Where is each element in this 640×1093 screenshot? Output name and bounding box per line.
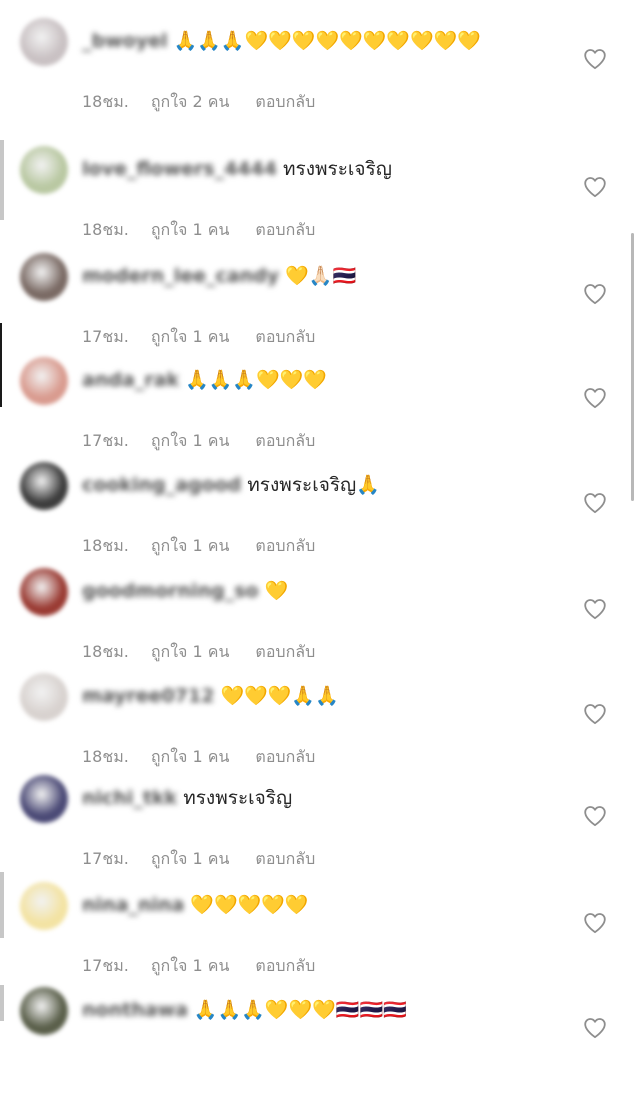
comment-meta: 18ชม. ถูกใจ 1 คน ตอบกลับ bbox=[82, 640, 315, 665]
comment-username[interactable]: nina_nina bbox=[82, 890, 184, 920]
comment-row: mayree0712 💛💛💛🙏🙏 18ชม. ถูกใจ 1 คน ตอบกลับ bbox=[0, 673, 640, 779]
comment-row: nonthawa 🙏🙏🙏💛💛💛🇹🇭🇹🇭🇹🇭 bbox=[0, 987, 640, 1093]
comment-meta: 18ชม. ถูกใจ 1 คน ตอบกลับ bbox=[82, 218, 315, 243]
comment-meta bbox=[82, 1059, 130, 1078]
comment-time: 18ชม. bbox=[82, 220, 129, 239]
avatar[interactable] bbox=[20, 253, 68, 301]
comment-row: love_flowers_4444 ทรงพระเจริญ 18ชม. ถูกใจ 1… bbox=[0, 146, 640, 252]
reply-button[interactable]: ตอบกลับ bbox=[255, 534, 315, 559]
heart-outline-icon[interactable] bbox=[583, 912, 607, 934]
heart-outline-icon[interactable] bbox=[583, 48, 607, 70]
comment-text: ทรงพระเจริญ bbox=[183, 787, 293, 809]
comment-meta: 18ชม. ถูกใจ 1 คน ตอบกลับ bbox=[82, 745, 315, 770]
comment-time: 17ชม. bbox=[82, 956, 129, 975]
comment-text: 🙏🙏🙏💛💛💛 bbox=[185, 369, 328, 391]
reply-button[interactable]: ตอบกลับ bbox=[255, 954, 315, 979]
comment-body: cooking_agood ทรงพระเจริญ🙏 bbox=[82, 470, 554, 500]
avatar[interactable] bbox=[20, 987, 68, 1035]
comment-row: goodmorning_so 💛 18ชม. ถูกใจ 1 คน ตอบกลับ bbox=[0, 568, 640, 674]
comment-text: 🙏🙏🙏💛💛💛🇹🇭🇹🇭🇹🇭 bbox=[193, 999, 407, 1021]
comment-body: mayree0712 💛💛💛🙏🙏 bbox=[82, 681, 554, 711]
comment-meta: 17ชม. ถูกใจ 1 คน ตอบกลับ bbox=[82, 847, 315, 872]
comment-row: nichi_tkk ทรงพระเจริญ 17ชม. ถูกใจ 1 คน ตอบกล… bbox=[0, 775, 640, 881]
scrollbar[interactable] bbox=[631, 233, 634, 501]
heart-outline-icon[interactable] bbox=[583, 805, 607, 827]
comment-text: ทรงพระเจริญ🙏 bbox=[247, 474, 380, 496]
comment-body: _bwoyel 🙏🙏🙏💛💛💛💛💛💛💛💛💛💛 bbox=[82, 26, 554, 56]
comment-username[interactable]: _bwoyel bbox=[82, 26, 168, 56]
comment-text: 💛💛💛💛💛 bbox=[190, 894, 309, 916]
comment-like-count[interactable]: ถูกใจ 1 คน bbox=[151, 847, 230, 872]
comment-text: 💛🙏🏻🇹🇭 bbox=[285, 265, 357, 287]
heart-outline-icon[interactable] bbox=[583, 598, 607, 620]
avatar[interactable] bbox=[20, 568, 68, 616]
comment-text: 🙏🙏🙏💛💛💛💛💛💛💛💛💛💛 bbox=[173, 30, 482, 52]
comment-time: 17ชม. bbox=[82, 431, 129, 450]
reply-button[interactable]: ตอบกลับ bbox=[255, 429, 315, 454]
avatar[interactable] bbox=[20, 18, 68, 66]
comment-like-count[interactable]: ถูกใจ 1 คน bbox=[151, 429, 230, 454]
comment-body: modern_lee_candy 💛🙏🏻🇹🇭 bbox=[82, 261, 554, 291]
comment-like-count[interactable]: ถูกใจ 1 คน bbox=[151, 954, 230, 979]
comment-time: 18ชม. bbox=[82, 92, 129, 111]
comment-like-count[interactable]: ถูกใจ 1 คน bbox=[151, 218, 230, 243]
comment-row: modern_lee_candy 💛🙏🏻🇹🇭 17ชม. ถูกใจ 1 คน ตอบก… bbox=[0, 253, 640, 359]
reply-button[interactable]: ตอบกลับ bbox=[255, 325, 315, 350]
comment-text: 💛💛💛🙏🙏 bbox=[220, 685, 339, 707]
comment-row: cooking_agood ทรงพระเจริญ🙏 18ชม. ถูกใจ 1 คน… bbox=[0, 462, 640, 568]
comment-like-count[interactable]: ถูกใจ 1 คน bbox=[151, 325, 230, 350]
heart-outline-icon[interactable] bbox=[583, 283, 607, 305]
reply-button[interactable]: ตอบกลับ bbox=[255, 847, 315, 872]
comment-like-count[interactable]: ถูกใจ 1 คน bbox=[151, 745, 230, 770]
avatar[interactable] bbox=[20, 146, 68, 194]
comment-body: love_flowers_4444 ทรงพระเจริญ bbox=[82, 154, 554, 184]
comment-username[interactable]: nichi_tkk bbox=[82, 783, 177, 813]
comment-username[interactable]: mayree0712 bbox=[82, 681, 214, 711]
comment-username[interactable]: love_flowers_4444 bbox=[82, 154, 277, 184]
comment-row: _bwoyel 🙏🙏🙏💛💛💛💛💛💛💛💛💛💛 18ชม. ถูกใจ 2 คน ตอบกล… bbox=[0, 18, 640, 124]
heart-outline-icon[interactable] bbox=[583, 387, 607, 409]
heart-outline-icon[interactable] bbox=[583, 176, 607, 198]
reply-button[interactable]: ตอบกลับ bbox=[255, 218, 315, 243]
comment-row: anda_rak 🙏🙏🙏💛💛💛 17ชม. ถูกใจ 1 คน ตอบกลับ bbox=[0, 357, 640, 463]
comment-row: nina_nina 💛💛💛💛💛 17ชม. ถูกใจ 1 คน ตอบกลับ bbox=[0, 882, 640, 988]
comment-meta: 17ชม. ถูกใจ 1 คน ตอบกลับ bbox=[82, 429, 315, 454]
avatar[interactable] bbox=[20, 462, 68, 510]
comment-like-count[interactable]: ถูกใจ 1 คน bbox=[151, 534, 230, 559]
heart-outline-icon[interactable] bbox=[583, 1017, 607, 1039]
comment-time: 17ชม. bbox=[82, 327, 129, 346]
comment-text: 💛 bbox=[264, 580, 289, 602]
comment-body: anda_rak 🙏🙏🙏💛💛💛 bbox=[82, 365, 554, 395]
comment-meta: 17ชม. ถูกใจ 1 คน ตอบกลับ bbox=[82, 954, 315, 979]
comment-body: nichi_tkk ทรงพระเจริญ bbox=[82, 783, 554, 813]
comment-like-count[interactable]: ถูกใจ 2 คน bbox=[151, 90, 230, 115]
comment-time: 18ชม. bbox=[82, 642, 129, 661]
comment-body: nina_nina 💛💛💛💛💛 bbox=[82, 890, 554, 920]
reply-button[interactable]: ตอบกลับ bbox=[255, 640, 315, 665]
comment-time: 18ชม. bbox=[82, 536, 129, 555]
comment-time: 17ชม. bbox=[82, 849, 129, 868]
avatar[interactable] bbox=[20, 882, 68, 930]
reply-button[interactable]: ตอบกลับ bbox=[255, 90, 315, 115]
comment-meta: 17ชม. ถูกใจ 1 คน ตอบกลับ bbox=[82, 325, 315, 350]
heart-outline-icon[interactable] bbox=[583, 703, 607, 725]
comment-username[interactable]: goodmorning_so bbox=[82, 576, 259, 606]
comment-username[interactable]: cooking_agood bbox=[82, 470, 241, 500]
comment-like-count[interactable]: ถูกใจ 1 คน bbox=[151, 640, 230, 665]
avatar[interactable] bbox=[20, 775, 68, 823]
avatar[interactable] bbox=[20, 357, 68, 405]
avatar[interactable] bbox=[20, 673, 68, 721]
reply-button[interactable]: ตอบกลับ bbox=[255, 745, 315, 770]
comment-meta: 18ชม. ถูกใจ 1 คน ตอบกลับ bbox=[82, 534, 315, 559]
comment-text: ทรงพระเจริญ bbox=[282, 158, 392, 180]
comment-meta: 18ชม. ถูกใจ 2 คน ตอบกลับ bbox=[82, 90, 315, 115]
heart-outline-icon[interactable] bbox=[583, 492, 607, 514]
comment-time: 18ชม. bbox=[82, 747, 129, 766]
comment-username[interactable]: modern_lee_candy bbox=[82, 261, 279, 291]
comment-body: goodmorning_so 💛 bbox=[82, 576, 554, 606]
comment-username[interactable]: anda_rak bbox=[82, 365, 179, 395]
